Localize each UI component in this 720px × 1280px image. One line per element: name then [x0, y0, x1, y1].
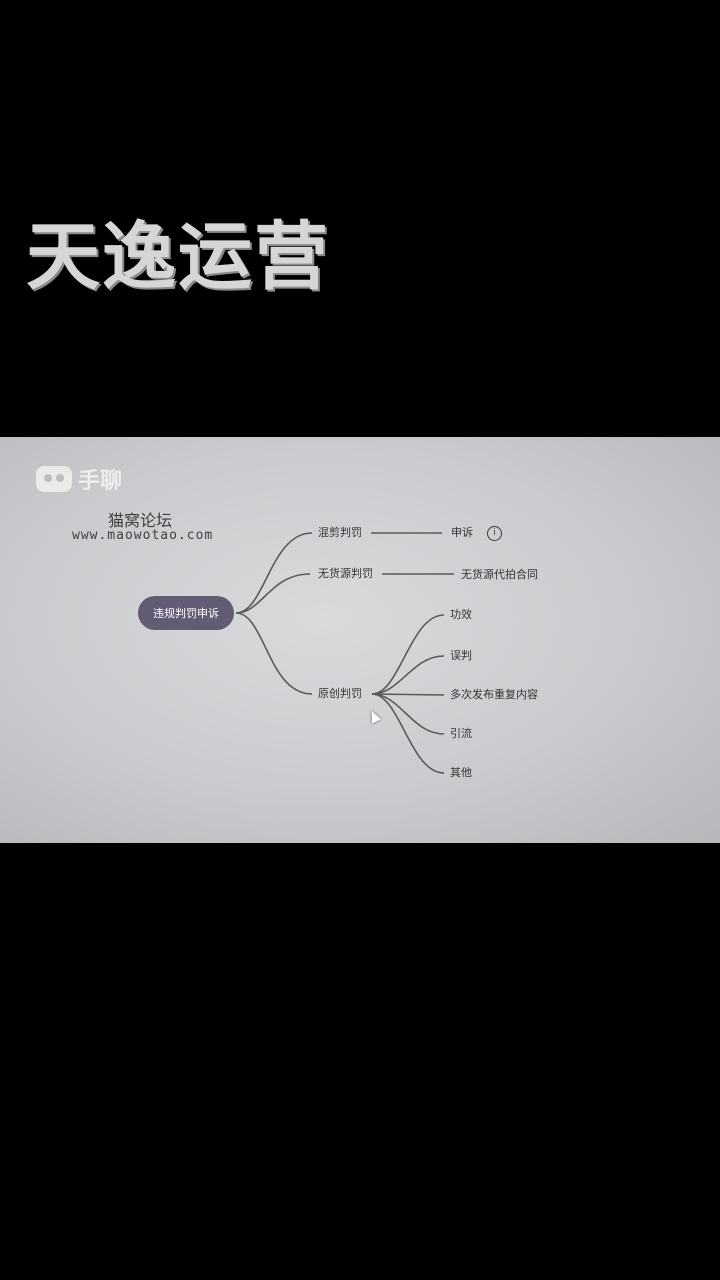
screen-capture: 手聊 猫窝论坛 www.maowotao.com 违规判罚申诉 混剪判罚 无货源… [0, 437, 720, 843]
connector-branch-3-leaf-4 [371, 693, 445, 735]
branch-node-mixed-cut[interactable]: 混剪判罚 [318, 526, 362, 540]
connector-root-branch-2 [235, 573, 311, 614]
leaf-node-appeal[interactable]: 申诉 [451, 526, 473, 540]
connector-branch-3-leaf-2 [371, 655, 445, 695]
leaf-node-duplicate-content[interactable]: 多次发布重复内容 [450, 688, 538, 702]
connector-branch-3-leaf-3 [371, 693, 445, 696]
info-icon[interactable]: i [487, 526, 502, 541]
overlay-title: 天逸运营 [26, 214, 330, 300]
connector-root-branch-3 [235, 612, 313, 695]
leaf-node-efficacy[interactable]: 功效 [450, 608, 472, 622]
branch-node-original[interactable]: 原创判罚 [318, 687, 362, 701]
mindmap-connectors [235, 532, 454, 774]
leaf-node-other[interactable]: 其他 [450, 766, 472, 780]
connector-root-branch-1 [235, 532, 313, 614]
leaf-node-misjudgment[interactable]: 误判 [450, 649, 472, 663]
branch-node-no-source[interactable]: 无货源判罚 [318, 567, 373, 581]
mindmap-root-node[interactable]: 违规判罚申诉 [138, 596, 234, 630]
leaf-node-traffic-diversion[interactable]: 引流 [450, 727, 472, 741]
connector-branch-3-leaf-1 [371, 614, 445, 695]
leaf-node-proxy-contract[interactable]: 无货源代拍合同 [461, 568, 538, 582]
connector-branch-3-leaf-5 [371, 693, 445, 774]
